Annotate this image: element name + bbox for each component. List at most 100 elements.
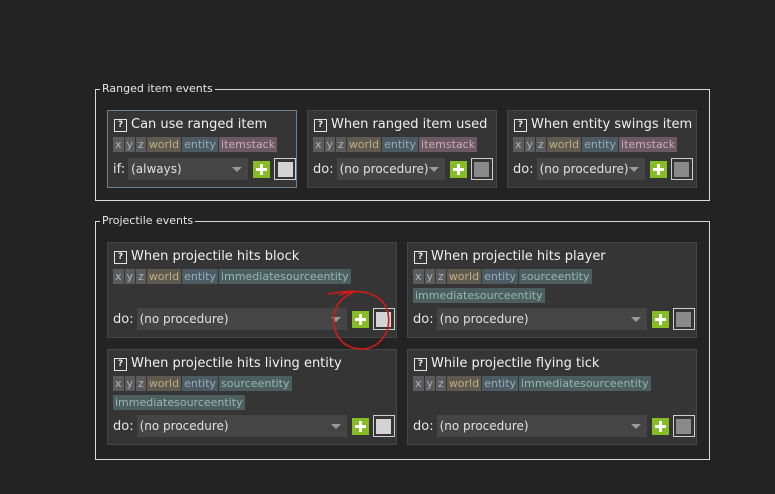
tag-sourceentity: sourceentity (519, 269, 592, 284)
tag-x: x (113, 137, 124, 152)
edit-procedure-button[interactable] (672, 308, 695, 330)
event-panel-when-entity-swings-item[interactable]: ? When entity swings item x y z world entity i… (507, 110, 697, 188)
tag-entity: entity (182, 137, 219, 152)
chevron-down-icon (428, 167, 439, 172)
tag-x: x (513, 137, 524, 152)
chevron-down-icon (630, 424, 641, 429)
add-procedure-button[interactable] (649, 160, 667, 178)
tag-entity: entity (382, 137, 419, 152)
tag-world: world (146, 137, 182, 152)
help-icon[interactable]: ? (114, 251, 127, 264)
procedure-select[interactable]: (always) (128, 158, 249, 180)
edit-procedure-button[interactable] (274, 158, 297, 180)
dependency-tags: x y z world entity itemstack (313, 137, 491, 156)
procedure-row: do: (no procedure) (313, 158, 493, 180)
dependency-tags: x y z world entity itemstack (113, 137, 291, 156)
group-title: Projectile events (100, 213, 196, 229)
tag-x: x (113, 269, 124, 284)
chevron-down-icon (630, 317, 641, 322)
tag-entity: entity (182, 269, 219, 284)
procedure-select[interactable]: (no procedure) (136, 415, 347, 437)
tag-x: x (413, 376, 424, 391)
tag-itemstack: itemstack (619, 137, 678, 152)
procedure-select[interactable]: (no procedure) (336, 158, 445, 180)
do-label: do: (313, 161, 334, 177)
procedure-row: do: (no procedure) (513, 158, 693, 180)
add-procedure-button[interactable] (651, 310, 669, 328)
help-icon[interactable]: ? (114, 119, 127, 132)
add-procedure-button[interactable] (253, 160, 271, 178)
do-label: do: (513, 161, 534, 177)
panel-title: ? When entity swings item (514, 116, 692, 134)
procedure-row: do: (no procedure) (113, 415, 395, 437)
tag-world: world (146, 376, 182, 391)
dependency-tags: x y z world entity immediatesourceentity (413, 376, 691, 395)
procedure-select[interactable]: (no procedure) (536, 158, 645, 180)
add-procedure-button[interactable] (351, 417, 369, 435)
tag-z: z (336, 137, 346, 152)
event-panel-when-projectile-hits-player[interactable]: ? When projectile hits player x y z world ent… (407, 242, 697, 338)
panel-title: ? Can use ranged item (114, 116, 267, 134)
tag-immediatesourceentity: immediatesourceentity (413, 288, 545, 303)
tag-y: y (524, 137, 536, 152)
tag-entity: entity (482, 269, 519, 284)
tag-itemstack: itemstack (219, 137, 278, 152)
tag-x: x (413, 269, 424, 284)
tag-y: y (124, 269, 136, 284)
do-label: do: (413, 418, 434, 434)
help-icon[interactable]: ? (414, 358, 427, 371)
tag-y: y (324, 137, 336, 152)
help-icon[interactable]: ? (514, 119, 527, 132)
tag-immediatesourceentity: immediatesourceentity (519, 376, 651, 391)
tag-world: world (446, 269, 482, 284)
tag-y: y (424, 376, 436, 391)
event-panel-while-projectile-flying-tick[interactable]: ? While projectile flying tick x y z world en… (407, 349, 697, 445)
tag-x: x (113, 376, 124, 391)
condition-label: if: (113, 161, 126, 177)
chevron-down-icon (628, 167, 639, 172)
dependency-tags: x y z world entity sourceentity immediatesourc… (413, 269, 691, 307)
tag-entity: entity (582, 137, 619, 152)
tag-entity: entity (182, 376, 219, 391)
tag-immediatesourceentity: immediatesourceentity (113, 395, 245, 410)
tag-x: x (313, 137, 324, 152)
procedure-select[interactable]: (no procedure) (136, 308, 347, 330)
procedure-row: do: (no procedure) (413, 415, 695, 437)
help-icon[interactable]: ? (314, 119, 327, 132)
panel-title: ? When projectile hits block (114, 248, 299, 266)
help-icon[interactable]: ? (414, 251, 427, 264)
tag-immediatesourceentity: immediatesourceentity (219, 269, 351, 284)
do-label: do: (113, 418, 134, 434)
event-panel-when-projectile-hits-living-entity[interactable]: ? When projectile hits living entity xyzw… (107, 349, 397, 445)
dependency-tags: x y z world entity itemstack (513, 137, 691, 156)
tag-world: world (346, 137, 382, 152)
add-procedure-button[interactable] (449, 160, 467, 178)
add-procedure-button[interactable] (651, 417, 669, 435)
tag-z: z (436, 376, 446, 391)
tag-world: world (446, 376, 482, 391)
tag-entity: entity (482, 376, 519, 391)
edit-procedure-button[interactable] (670, 158, 693, 180)
tag-z: z (536, 137, 546, 152)
tag-world: world (546, 137, 582, 152)
tag-y: y (124, 376, 136, 391)
procedure-select[interactable]: (no procedure) (436, 308, 647, 330)
chevron-down-icon (330, 424, 341, 429)
event-panel-when-ranged-item-used[interactable]: ? When ranged item used x y z world entity ite… (307, 110, 497, 188)
tag-y: y (424, 269, 436, 284)
panel-title: ? When ranged item used (314, 116, 487, 134)
red-circle-annotation (327, 290, 390, 350)
edit-procedure-button[interactable] (470, 158, 493, 180)
edit-procedure-button[interactable] (372, 415, 395, 437)
help-icon[interactable]: ? (114, 358, 127, 371)
tag-world: world (146, 269, 182, 284)
tag-z: z (136, 137, 146, 152)
edit-procedure-button[interactable] (672, 415, 695, 437)
panel-title: ? When projectile hits living entity (114, 355, 342, 373)
tag-z: z (136, 376, 146, 391)
panel-title: ? While projectile flying tick (414, 355, 599, 373)
procedure-select[interactable]: (no procedure) (436, 415, 647, 437)
tag-z: z (436, 269, 446, 284)
panel-title: ? When projectile hits player (414, 248, 606, 266)
event-panel-can-use-ranged-item[interactable]: ? Can use ranged item x y z world entity items… (107, 110, 297, 188)
